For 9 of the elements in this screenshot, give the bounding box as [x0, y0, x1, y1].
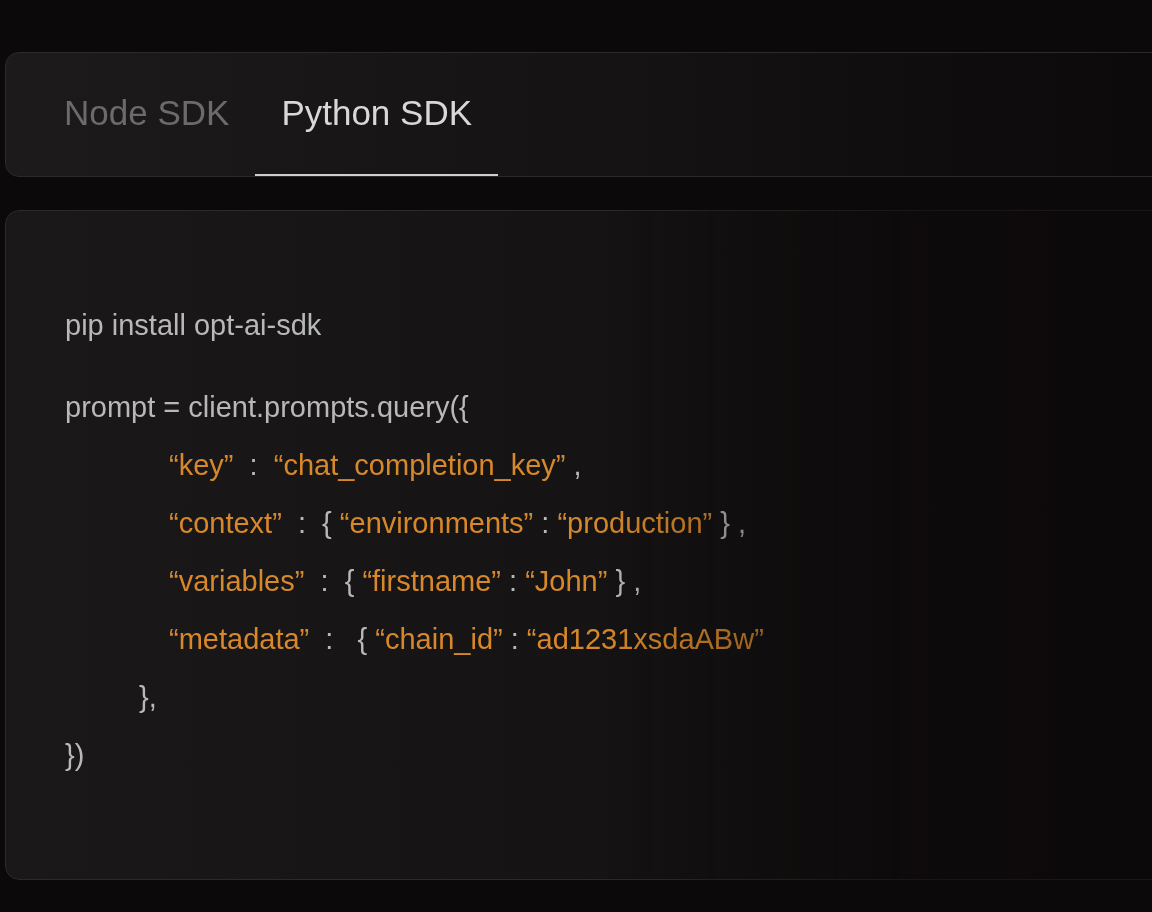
code-line: prompt = client.prompts.query({	[65, 390, 470, 425]
code-line: },	[138, 680, 158, 715]
code-line: })	[65, 738, 86, 773]
code-line: “context” : { “environments” : “production” } ,	[168, 506, 748, 541]
code-line: “metadata” : { “chain_id” : “ad1231xsdaABw”	[168, 622, 765, 657]
code-line: “key” : “chat_completion_key” ,	[168, 448, 583, 483]
install-command: pip install opt-ai-sdk	[65, 308, 323, 343]
code-line: “variables” : { “firstname” : “John” } ,	[168, 564, 643, 599]
sdk-tab[interactable]: Python SDK	[255, 53, 499, 176]
